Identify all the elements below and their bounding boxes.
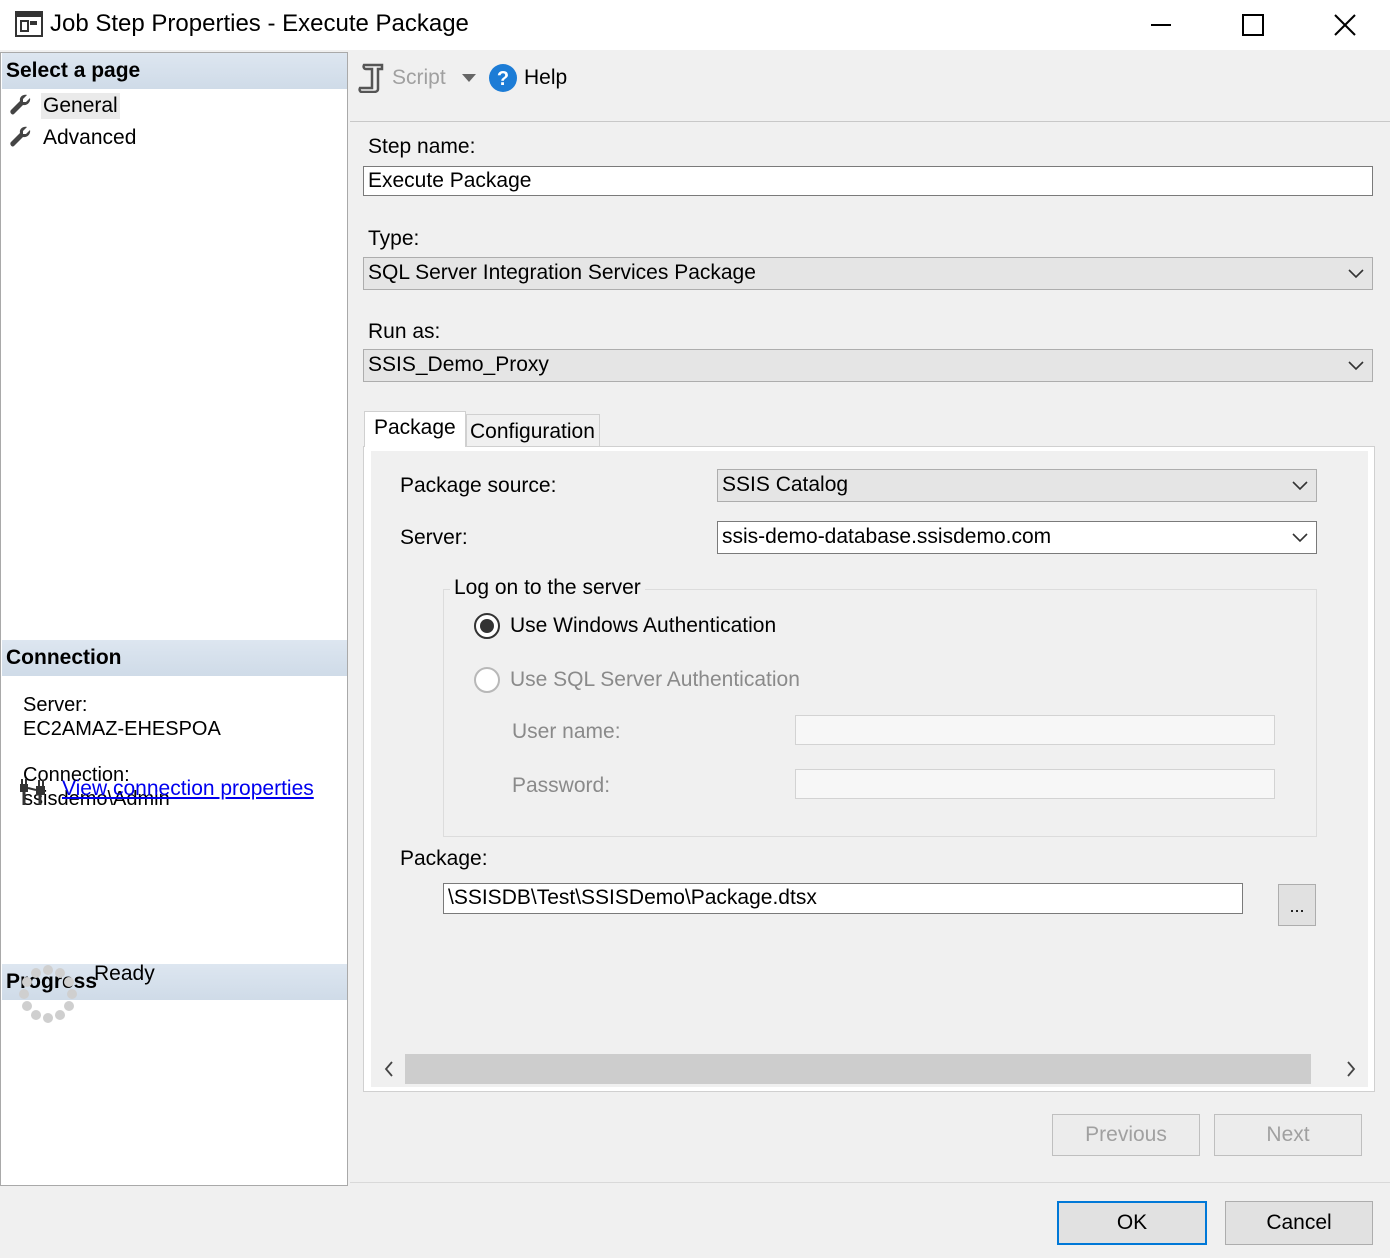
package-source-label: Package source: — [400, 474, 557, 497]
package-source-value: SSIS Catalog — [722, 473, 849, 496]
run-as-label: Run as: — [368, 320, 441, 343]
wrench-icon — [10, 126, 31, 147]
package-source-select[interactable]: SSIS Catalog — [717, 469, 1317, 502]
next-button[interactable]: Next — [1214, 1114, 1362, 1156]
connection-plug-icon — [18, 778, 48, 812]
view-connection-properties-link[interactable]: View connection properties — [62, 777, 314, 801]
tab-configuration[interactable]: Configuration — [466, 414, 600, 446]
script-button[interactable]: Script — [358, 60, 478, 96]
tab-package[interactable]: Package — [364, 411, 466, 447]
cancel-button[interactable]: Cancel — [1225, 1201, 1373, 1245]
password-label: Password: — [512, 774, 611, 797]
step-name-label: Step name: — [368, 135, 476, 158]
run-as-select[interactable]: SSIS_Demo_Proxy — [363, 349, 1373, 382]
user-name-label: User name: — [512, 720, 621, 743]
server-select[interactable]: ssis-demo-database.ssisdemo.com — [717, 521, 1317, 554]
browse-package-button[interactable]: ... — [1278, 884, 1316, 926]
type-select[interactable]: SQL Server Integration Services Package — [363, 257, 1373, 290]
help-icon: ? — [489, 64, 517, 92]
close-button[interactable] — [1299, 0, 1390, 50]
close-icon — [1334, 14, 1356, 36]
page-item-general[interactable]: General — [9, 91, 120, 121]
scroll-right-button[interactable] — [1340, 1058, 1362, 1080]
sql-auth-label: Use SQL Server Authentication — [510, 668, 800, 691]
help-label: Help — [524, 66, 568, 89]
maximize-icon — [1242, 14, 1264, 36]
chevron-down-icon — [1348, 360, 1364, 370]
scroll-left-button[interactable] — [378, 1058, 400, 1080]
help-button[interactable]: ? Help — [488, 60, 567, 96]
divider — [350, 1182, 1390, 1183]
step-name-input[interactable]: Execute Package — [363, 166, 1373, 196]
server-select-value: ssis-demo-database.ssisdemo.com — [722, 525, 1052, 548]
windows-auth-label: Use Windows Authentication — [510, 614, 777, 637]
scrollbar-thumb[interactable] — [405, 1054, 1311, 1084]
page-item-label: General — [41, 93, 120, 119]
user-name-input[interactable] — [795, 715, 1275, 745]
package-path-input[interactable]: \SSISDB\Test\SSISDemo\Package.dtsx — [443, 883, 1243, 914]
chevron-down-icon — [1348, 268, 1364, 278]
previous-button[interactable]: Previous — [1052, 1114, 1200, 1156]
type-label: Type: — [368, 227, 420, 250]
minimize-icon — [1151, 24, 1171, 26]
page-item-advanced[interactable]: Advanced — [9, 123, 138, 153]
chevron-down-icon — [1292, 532, 1308, 542]
script-label: Script — [392, 66, 446, 89]
progress-status: Ready — [94, 962, 155, 985]
select-page-header: Select a page — [2, 53, 347, 89]
connection-server-value: EC2AMAZ-EHESPOA — [23, 718, 221, 740]
type-select-value: SQL Server Integration Services Package — [368, 261, 756, 284]
chevron-down-icon — [1292, 480, 1308, 490]
logon-groupbox-label: Log on to the server — [450, 576, 645, 600]
run-as-select-value: SSIS_Demo_Proxy — [368, 353, 549, 376]
sql-auth-radio[interactable]: Use SQL Server Authentication — [474, 667, 800, 693]
connection-header: Connection — [2, 640, 347, 676]
window-title: Job Step Properties - Execute Package — [50, 10, 469, 37]
chevron-right-icon — [1347, 1061, 1356, 1077]
page-item-label: Advanced — [43, 126, 137, 149]
window-icon — [15, 11, 43, 37]
windows-auth-radio[interactable]: Use Windows Authentication — [474, 613, 776, 639]
password-input[interactable] — [795, 769, 1275, 799]
radio-selected-icon — [474, 613, 500, 639]
script-icon — [358, 63, 384, 93]
chevron-left-icon — [384, 1061, 393, 1077]
wrench-icon — [10, 94, 31, 115]
ok-button[interactable]: OK — [1057, 1201, 1207, 1245]
progress-spinner-icon — [18, 964, 78, 1030]
svg-text:?: ? — [497, 68, 509, 90]
radio-unselected-icon — [474, 667, 500, 693]
dropdown-arrow-icon[interactable] — [460, 72, 478, 84]
server-label: Server: — [400, 526, 468, 549]
minimize-button[interactable] — [1115, 0, 1207, 50]
connection-server-label: Server: — [23, 694, 88, 716]
package-label: Package: — [400, 847, 488, 870]
maximize-button[interactable] — [1207, 0, 1299, 50]
